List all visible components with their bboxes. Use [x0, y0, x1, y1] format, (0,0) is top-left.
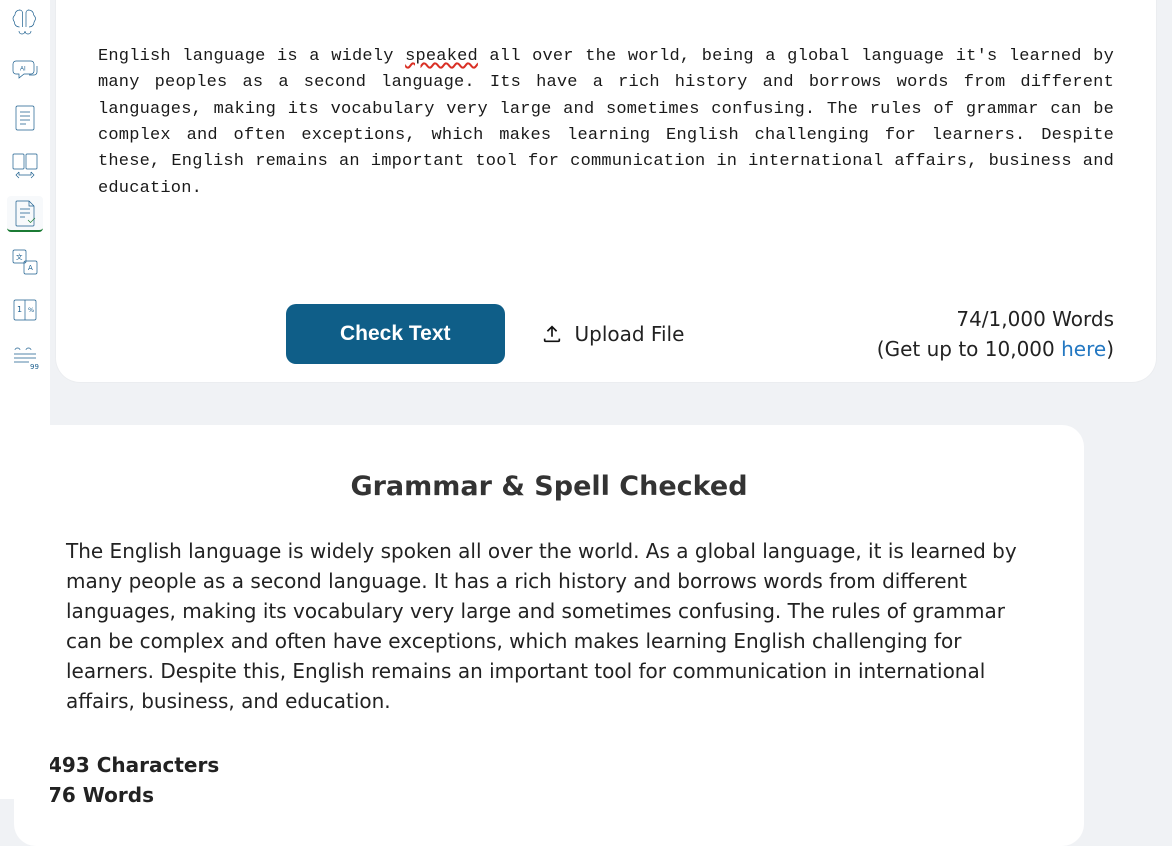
editor-card: English language is a widely speaked all… — [56, 0, 1156, 382]
svg-text:AI: AI — [20, 67, 26, 73]
action-row: Check Text Upload File 74/1,000 Words (G… — [56, 304, 1156, 364]
upsell-prefix: (Get up to 10,000 — [877, 337, 1061, 361]
word-count-text: 74/1,000 Words — [877, 304, 1114, 334]
translate-icon[interactable]: 文A — [7, 244, 43, 280]
columns-icon[interactable]: 1% — [7, 292, 43, 328]
spell-error-word[interactable]: speaked — [405, 47, 478, 66]
editor-text-post: all over the world, being a global langu… — [98, 47, 1124, 198]
upload-file-button[interactable]: Upload File — [541, 322, 685, 346]
result-title: Grammar & Spell Checked — [64, 471, 1034, 502]
svg-text:1: 1 — [17, 305, 22, 314]
tool-sidebar: AI 文A 1% 99 — [0, 0, 50, 799]
ai-chat-icon[interactable]: AI — [7, 52, 43, 88]
upload-label: Upload File — [575, 322, 685, 346]
word-count-block: 74/1,000 Words (Get up to 10,000 here) — [877, 304, 1114, 364]
grammar-check-icon[interactable] — [7, 196, 43, 232]
upload-icon — [541, 323, 563, 345]
editor-text-pre: English language is a widely — [98, 47, 405, 66]
document-list-icon[interactable] — [7, 100, 43, 136]
check-text-button[interactable]: Check Text — [286, 304, 505, 364]
quote-icon[interactable]: 99 — [7, 340, 43, 376]
svg-text:99: 99 — [30, 363, 39, 371]
svg-text:A: A — [28, 264, 33, 272]
upsell-suffix: ) — [1106, 337, 1114, 361]
result-stats: 493 Characters 76 Words — [48, 750, 1034, 810]
result-char-count: 493 Characters — [48, 750, 1034, 780]
diff-compare-icon[interactable] — [7, 148, 43, 184]
brain-icon[interactable] — [7, 4, 43, 40]
result-word-count: 76 Words — [48, 780, 1034, 810]
result-body: The English language is widely spoken al… — [64, 536, 1034, 716]
result-card: Grammar & Spell Checked The English lang… — [14, 425, 1084, 846]
upsell-link[interactable]: here — [1061, 337, 1106, 361]
editor-text[interactable]: English language is a widely speaked all… — [98, 44, 1114, 202]
svg-text:文: 文 — [16, 252, 23, 261]
svg-text:%: % — [28, 306, 34, 314]
